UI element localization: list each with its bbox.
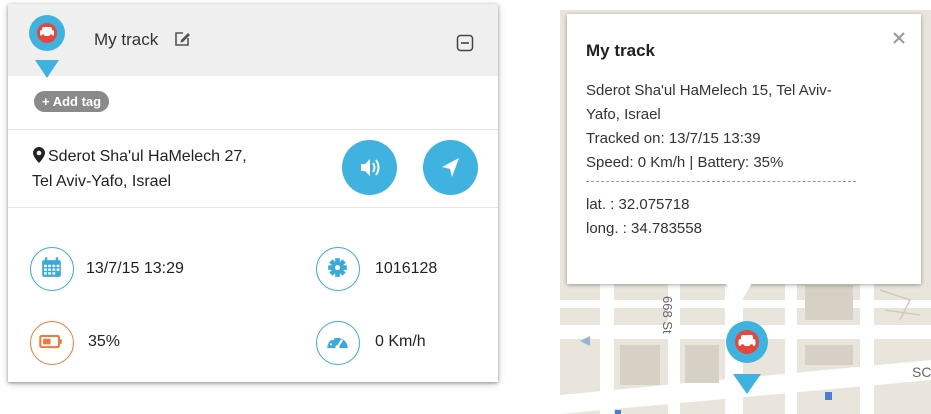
popup-tracked-on: Tracked on: 13/7/15 13:39 xyxy=(586,130,761,147)
panel-header: My track xyxy=(8,4,498,78)
datetime-value: 13/7/15 13:29 xyxy=(86,260,184,277)
track-panel: My track + Add tag Sderot Sha'ul HaMelec… xyxy=(8,4,498,382)
popup-body: Sderot Sha'ul HaMelech 15, Tel Aviv-Yafo… xyxy=(586,79,906,241)
popup-speed-battery: Speed: 0 Km/h | Battery: 35% xyxy=(586,154,784,171)
popup-separator xyxy=(586,181,856,183)
calendar-icon xyxy=(42,257,61,277)
battery-icon xyxy=(39,334,62,349)
speedometer-icon xyxy=(327,335,348,350)
popup-address: Sderot Sha'ul HaMelech 15, Tel Aviv-Yafo… xyxy=(586,82,832,123)
popup-long: long. : 34.783558 xyxy=(586,220,702,237)
volume-icon xyxy=(361,159,380,176)
cog-icon xyxy=(328,258,347,277)
car-pin-icon xyxy=(29,15,65,78)
collapse-icon[interactable] xyxy=(456,34,474,52)
close-icon[interactable] xyxy=(889,28,909,48)
device-id-value: 1016128 xyxy=(375,260,438,277)
battery-value: 35% xyxy=(88,333,121,350)
divider xyxy=(8,129,498,130)
divider xyxy=(8,207,498,208)
car-marker-icon[interactable] xyxy=(723,320,771,394)
location-marker-icon xyxy=(33,147,45,163)
speed-badge xyxy=(316,321,360,365)
address-line-2: Tel Aviv-Yafo, Israel xyxy=(32,173,172,190)
sound-button[interactable] xyxy=(342,140,397,195)
id-badge xyxy=(316,247,360,291)
datetime-badge xyxy=(30,247,74,291)
address: Sderot Sha'ul HaMelech 27, Tel Aviv-Yafo… xyxy=(32,144,308,194)
speed-value: 0 Km/h xyxy=(375,333,426,350)
popup-lat: lat. : 32.075718 xyxy=(586,196,690,213)
address-line-1: Sderot Sha'ul HaMelech 27, xyxy=(48,148,247,165)
info-popup: My track Sderot Sha'ul HaMelech 15, Tel … xyxy=(567,14,921,284)
battery-badge xyxy=(30,321,74,365)
street-label-right: SC xyxy=(912,364,931,380)
edit-icon[interactable] xyxy=(173,30,191,48)
popup-title: My track xyxy=(586,41,655,60)
street-label: 668 St xyxy=(660,296,675,334)
popup-arrow xyxy=(726,283,752,305)
add-tag-button[interactable]: + Add tag xyxy=(34,91,110,112)
navigate-button[interactable] xyxy=(423,140,478,195)
track-title: My track xyxy=(94,30,159,49)
navigate-icon xyxy=(442,158,459,177)
